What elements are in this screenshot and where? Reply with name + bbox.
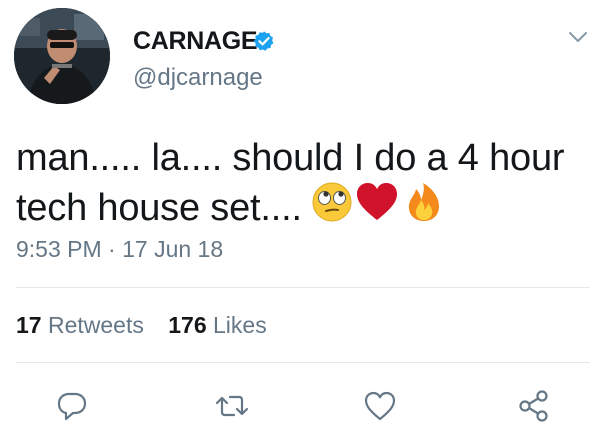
emoji-group — [310, 180, 450, 224]
reply-icon — [57, 392, 87, 421]
share-button[interactable] — [516, 388, 552, 424]
avatar-photo — [14, 8, 110, 104]
likes-stat[interactable]: 176 Likes — [168, 312, 266, 338]
likes-count: 176 — [168, 312, 207, 338]
fire-icon — [408, 183, 439, 221]
tweet-card: CARNAGE @djcarnage man..... la.... shoul… — [0, 0, 609, 439]
like-button[interactable] — [362, 388, 398, 424]
reply-button[interactable] — [54, 388, 90, 424]
user-handle[interactable]: @djcarnage — [133, 64, 263, 92]
red-heart-icon — [357, 183, 397, 220]
tweet-text: man..... la.... should I do a 4 hour tec… — [16, 133, 586, 233]
share-icon — [519, 390, 548, 422]
engagement-stats: 17 Retweets 176 Likes — [16, 312, 285, 339]
retweet-button[interactable] — [214, 388, 250, 424]
tweet-text-line: tech house set.... — [16, 187, 302, 229]
display-name[interactable]: CARNAGE — [133, 27, 258, 56]
likes-label: Likes — [213, 312, 267, 338]
tweet-timestamp[interactable]: 9:53 PM · 17 Jun 18 — [16, 236, 223, 263]
divider — [16, 287, 590, 288]
face-with-rolling-eyes-icon — [312, 182, 352, 222]
retweets-count: 17 — [16, 312, 42, 338]
divider — [16, 362, 590, 363]
tweet-actions — [0, 388, 609, 428]
chevron-down-icon[interactable] — [568, 30, 588, 44]
tweet-text-line: man..... la.... should I do a 4 hour — [16, 137, 565, 179]
retweets-label: Retweets — [47, 312, 144, 338]
retweets-stat[interactable]: 17 Retweets — [16, 312, 144, 338]
avatar[interactable] — [14, 8, 110, 104]
like-icon — [364, 391, 396, 421]
verified-badge-icon — [253, 31, 274, 51]
retweet-icon — [215, 395, 249, 417]
